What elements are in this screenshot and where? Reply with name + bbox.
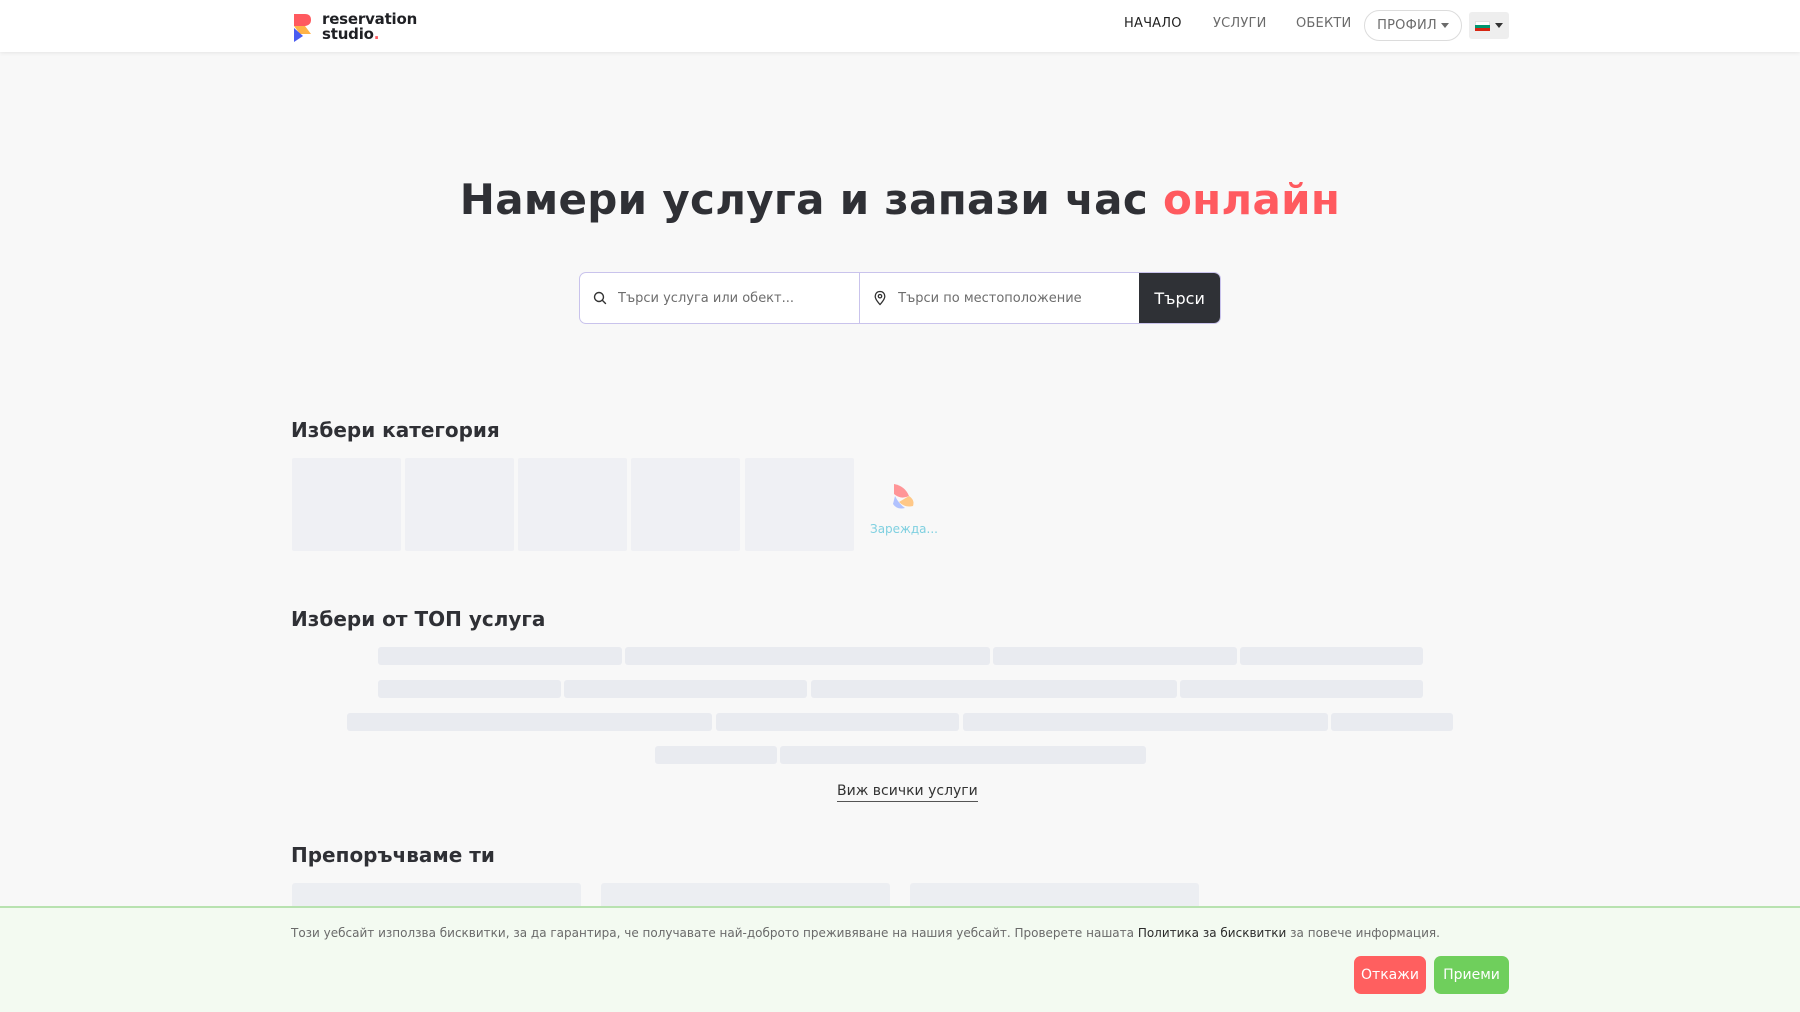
service-pill-placeholder[interactable] <box>1240 647 1423 665</box>
category-card-placeholder[interactable] <box>518 458 627 551</box>
nav-venues[interactable]: ОБЕКТИ <box>1296 16 1351 31</box>
top-services-title: Избери от ТОП услуга <box>291 607 546 631</box>
logo-text: reservation studio. <box>322 12 417 42</box>
profile-label: ПРОФИЛ <box>1377 18 1437 33</box>
logo-mark-icon <box>294 14 311 42</box>
category-card-placeholder[interactable] <box>292 458 401 551</box>
accept-cookies-button[interactable]: Приеми <box>1434 956 1509 994</box>
service-pill-placeholder[interactable] <box>347 713 712 731</box>
logo[interactable]: reservation studio. <box>291 11 421 43</box>
location-search-input[interactable] <box>860 273 1140 323</box>
top-navbar: reservation studio. НАЧАЛО УСЛУГИ ОБЕКТИ… <box>0 0 1800 52</box>
service-pill-placeholder[interactable] <box>625 647 990 665</box>
logo-dot: . <box>373 25 380 43</box>
loading-spinner-icon <box>893 484 914 509</box>
cookie-text-after: за повече информация. <box>1286 926 1440 940</box>
service-pill-placeholder[interactable] <box>564 680 807 698</box>
nav-home[interactable]: НАЧАЛО <box>1124 16 1182 31</box>
service-search-input[interactable] <box>580 273 860 323</box>
service-pill-placeholder[interactable] <box>993 647 1237 665</box>
service-pill-placeholder[interactable] <box>655 746 777 764</box>
nav-services[interactable]: УСЛУГИ <box>1213 16 1267 31</box>
service-pill-placeholder[interactable] <box>963 713 1328 731</box>
cookie-text: Този уебсайт използва бисквитки, за да г… <box>291 926 1440 940</box>
service-pill-placeholder[interactable] <box>780 746 1146 764</box>
chevron-down-icon <box>1495 23 1503 28</box>
loading-indicator: Зарежда... <box>870 480 938 536</box>
recommended-title: Препоръчваме ти <box>291 843 495 867</box>
loading-text: Зарежда... <box>870 522 938 536</box>
service-pill-placeholder[interactable] <box>1180 680 1423 698</box>
service-pill-placeholder[interactable] <box>378 647 622 665</box>
service-pill-placeholder[interactable] <box>811 680 1177 698</box>
service-pill-placeholder[interactable] <box>1331 713 1453 731</box>
search-icon <box>593 291 607 305</box>
hero-title-accent: онлайн <box>1162 175 1341 224</box>
service-pill-placeholder[interactable] <box>716 713 959 731</box>
category-card-placeholder[interactable] <box>631 458 740 551</box>
view-all-services-link[interactable]: Виж всички услуги <box>837 783 978 802</box>
category-card-placeholder[interactable] <box>405 458 514 551</box>
logo-line-2-text: studio <box>322 25 374 43</box>
language-dropdown-button[interactable] <box>1469 12 1509 39</box>
categories-title: Избери категория <box>291 418 500 442</box>
hero-title-main: Намери услуга и запази час <box>459 175 1163 224</box>
decline-cookies-button[interactable]: Откажи <box>1354 956 1426 994</box>
search-bar: Търси <box>579 272 1221 324</box>
category-card-placeholder[interactable] <box>745 458 854 551</box>
cookie-text-before: Този уебсайт използва бисквитки, за да г… <box>291 926 1138 940</box>
logo-line-2: studio. <box>322 27 417 42</box>
cookie-policy-link[interactable]: Политика за бисквитки <box>1138 926 1287 940</box>
cookie-consent-bar: Този уебсайт използва бисквитки, за да г… <box>0 906 1800 1012</box>
service-search-field <box>580 273 861 323</box>
location-search-field <box>860 273 1140 323</box>
location-pin-icon <box>874 290 886 306</box>
hero-title: Намери услуга и запази час онлайн <box>0 175 1800 224</box>
service-pill-placeholder[interactable] <box>378 680 561 698</box>
bulgarian-flag-icon <box>1475 20 1490 31</box>
search-button[interactable]: Търси <box>1139 273 1220 323</box>
profile-dropdown-button[interactable]: ПРОФИЛ <box>1364 10 1462 41</box>
chevron-down-icon <box>1440 23 1449 28</box>
